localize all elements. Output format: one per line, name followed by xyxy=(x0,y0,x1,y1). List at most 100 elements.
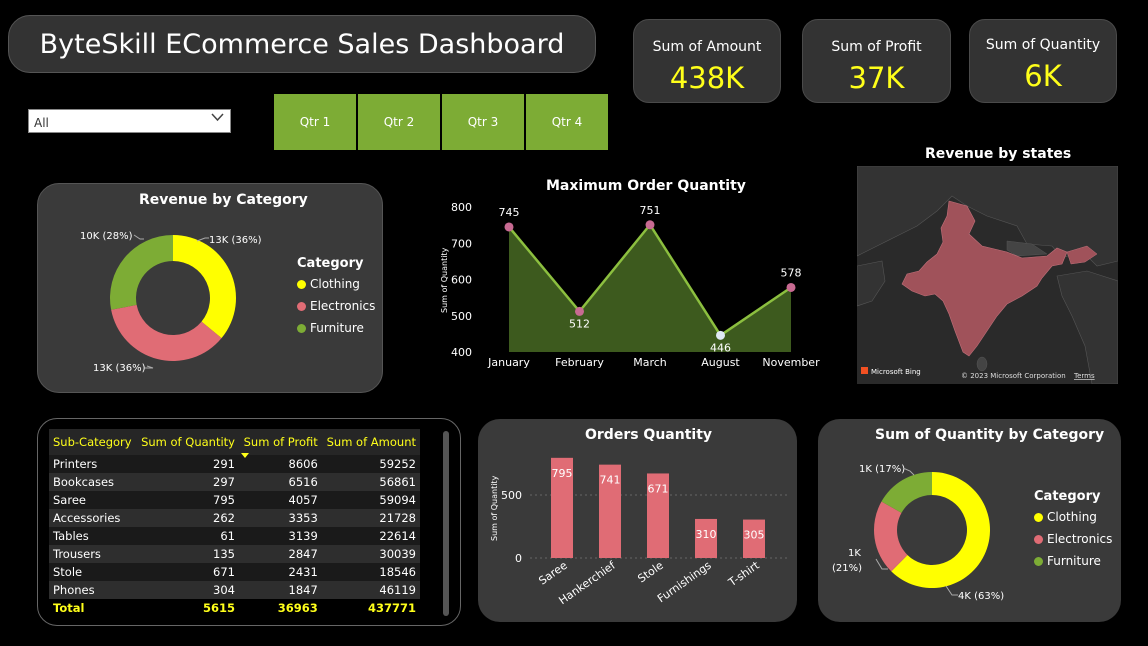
area-fill xyxy=(509,224,791,352)
table-cell: Accessories xyxy=(49,509,137,527)
col-header-amount[interactable]: Sum of Amount xyxy=(321,429,420,455)
subcategory-table: Sub-Category Sum of Quantity Sum of Prof… xyxy=(49,429,420,617)
data-label: 751 xyxy=(640,204,661,217)
donut-slice-furniture[interactable] xyxy=(110,235,173,310)
legend-title: Category xyxy=(1034,489,1101,504)
kpi-value: 6K xyxy=(1024,59,1062,93)
data-label: 310 xyxy=(696,528,717,541)
y-tick-label: 600 xyxy=(451,274,472,287)
table-cell: 4057 xyxy=(238,491,322,509)
y-tick-label: 800 xyxy=(451,201,472,214)
donut-label-electronics: 1K xyxy=(848,548,861,559)
table-row[interactable]: Stole 671 2431 18546 xyxy=(49,563,420,581)
table-total-row: Total 5615 36963 437771 xyxy=(49,599,420,617)
legend-item-furniture[interactable]: Furniture xyxy=(1034,554,1112,568)
legend-title: Category xyxy=(297,256,364,271)
table-row[interactable]: Accessories 262 3353 21728 xyxy=(49,509,420,527)
x-tick-label: Saree xyxy=(536,559,569,588)
legend-item-electronics[interactable]: Electronics xyxy=(1034,532,1112,546)
table-cell: Stole xyxy=(49,563,137,581)
line-point[interactable] xyxy=(716,330,725,340)
data-label: 305 xyxy=(744,529,765,542)
map-brand: Microsoft Bing xyxy=(871,368,921,376)
kpi-label: Sum of Quantity xyxy=(985,37,1101,53)
max-order-qty-title: Maximum Order Quantity xyxy=(546,178,746,194)
table-cell: 671 xyxy=(136,563,239,581)
y-axis-label: Sum of Quantity xyxy=(440,247,449,313)
data-label: 745 xyxy=(499,206,520,219)
col-header-subcategory[interactable]: Sub-Category xyxy=(49,429,137,455)
donut-label-electronics: 13K (36%) xyxy=(93,363,146,374)
table-cell: 795 xyxy=(136,491,239,509)
table-row[interactable]: Saree 795 4057 59094 xyxy=(49,491,420,509)
qtr-2-button[interactable]: Qtr 2 xyxy=(358,94,440,150)
map-copyright: © 2023 Microsoft Corporation xyxy=(961,372,1066,380)
kpi-card-profit: Sum of Profit 37K xyxy=(802,19,951,103)
donut-label-furniture: 10K (28%) xyxy=(80,231,133,242)
table-total-cell: 437771 xyxy=(321,599,420,617)
line-point[interactable] xyxy=(645,220,655,230)
data-label: 578 xyxy=(781,266,802,279)
bing-logo-icon xyxy=(861,367,868,374)
legend-item-clothing[interactable]: Clothing xyxy=(297,277,375,291)
x-tick-label: March xyxy=(633,356,667,369)
dropdown-value: All xyxy=(34,116,49,130)
table-cell: 291 xyxy=(136,455,239,473)
line-point[interactable] xyxy=(786,282,796,292)
revenue-category-legend: Category Clothing Electronics Furniture xyxy=(297,256,375,335)
x-tick-label: T-shirt xyxy=(725,558,762,589)
kpi-label: Sum of Amount xyxy=(652,39,762,55)
table-cell: Bookcases xyxy=(49,473,137,491)
table-total-cell: 36963 xyxy=(238,599,322,617)
y-tick-label: 0 xyxy=(515,552,522,565)
kpi-value: 438K xyxy=(669,61,745,95)
table-row[interactable]: Trousers 135 2847 30039 xyxy=(49,545,420,563)
table-cell: 3353 xyxy=(238,509,322,527)
orders-qty-chart[interactable]: Sum of Quantity 0500795Saree741Hankerchi… xyxy=(478,419,797,622)
map-title: Revenue by states xyxy=(925,146,1072,162)
y-tick-label: 500 xyxy=(501,489,522,502)
x-tick-label: Stole xyxy=(635,559,665,586)
x-tick-label: November xyxy=(762,356,820,369)
map-terms-link[interactable]: Terms xyxy=(1073,372,1095,380)
donut-slice-clothing[interactable] xyxy=(173,235,236,339)
qty-category-legend: Category Clothing Electronics Furniture xyxy=(1034,489,1112,568)
legend-item-electronics[interactable]: Electronics xyxy=(297,299,375,313)
category-dropdown[interactable]: All xyxy=(28,109,231,133)
y-tick-label: 400 xyxy=(451,346,472,359)
table-cell: 18546 xyxy=(321,563,420,581)
qtr-1-button[interactable]: Qtr 1 xyxy=(274,94,356,150)
data-label: 671 xyxy=(648,482,669,495)
y-axis-label: Sum of Quantity xyxy=(490,475,499,541)
kpi-card-quantity: Sum of Quantity 6K xyxy=(969,19,1117,103)
max-order-qty-chart[interactable]: Sum of Quantity 400 500 600 700 800 745 Januar… xyxy=(430,195,830,375)
kpi-value: 37K xyxy=(848,61,905,95)
table-row[interactable]: Tables 61 3139 22614 xyxy=(49,527,420,545)
qtr-4-button[interactable]: Qtr 4 xyxy=(526,94,608,150)
col-header-quantity[interactable]: Sum of Quantity xyxy=(136,429,239,455)
x-tick-label: January xyxy=(487,356,530,369)
x-tick-label: August xyxy=(701,356,740,369)
donut-slice-electronics[interactable] xyxy=(111,304,222,362)
kpi-card-amount: Sum of Amount 438K xyxy=(633,19,781,103)
y-tick-label: 500 xyxy=(451,310,472,323)
col-header-profit[interactable]: Sum of Profit xyxy=(238,429,322,458)
table-cell: 8606 xyxy=(238,455,322,473)
table-cell: 30039 xyxy=(321,545,420,563)
line-point[interactable] xyxy=(504,222,514,232)
qtr-3-button[interactable]: Qtr 3 xyxy=(442,94,524,150)
india-revenue-map[interactable]: Microsoft Bing © 2023 Microsoft Corporat… xyxy=(857,166,1118,384)
x-tick-label: February xyxy=(555,356,604,369)
table-cell: 61 xyxy=(136,527,239,545)
table-row[interactable]: Phones 304 1847 46119 xyxy=(49,581,420,599)
table-row[interactable]: Bookcases 297 6516 56861 xyxy=(49,473,420,491)
table-cell: 304 xyxy=(136,581,239,599)
line-point[interactable] xyxy=(575,306,584,316)
table-cell: 135 xyxy=(136,545,239,563)
chevron-down-icon xyxy=(211,113,224,122)
data-label: 741 xyxy=(600,474,621,487)
table-row[interactable]: Printers 291 8606 59252 xyxy=(49,455,420,473)
legend-item-clothing[interactable]: Clothing xyxy=(1034,510,1112,524)
legend-item-furniture[interactable]: Furniture xyxy=(297,321,375,335)
table-scrollbar[interactable] xyxy=(443,431,449,616)
